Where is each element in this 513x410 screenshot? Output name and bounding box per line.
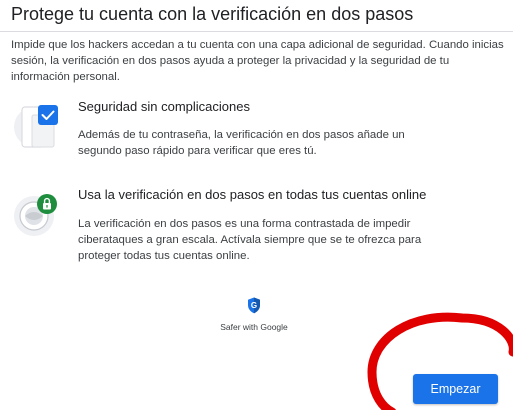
feature-description-2: La verificación en dos pasos es una form… (78, 218, 422, 262)
checkbox-device-icon (12, 97, 62, 151)
page-title: Protege tu cuenta con la verificación en… (11, 4, 414, 24)
feature-title-1: Seguridad sin complicaciones (78, 99, 250, 114)
svg-text:G: G (251, 301, 257, 310)
feature-description-1: Además de tu contraseña, la verificación… (78, 129, 405, 157)
safer-with-google-text: Safer with Google (220, 322, 288, 332)
feature-title-2: Usa la verificación en dos pasos en toda… (78, 187, 427, 202)
safer-with-google-badge: G Safer with Google (200, 297, 308, 333)
intro-text: Impide que los hackers accedan a tu cuen… (11, 39, 504, 83)
google-shield-icon: G (248, 297, 260, 314)
lock-globe-icon (12, 190, 62, 238)
lock-globe-graphic (14, 194, 57, 236)
two-step-verification-page: Protege tu cuenta con la verificación en… (0, 0, 513, 410)
header-divider (0, 31, 513, 32)
checkbox-device-graphic (14, 105, 58, 148)
start-button[interactable]: Empezar (413, 374, 498, 404)
